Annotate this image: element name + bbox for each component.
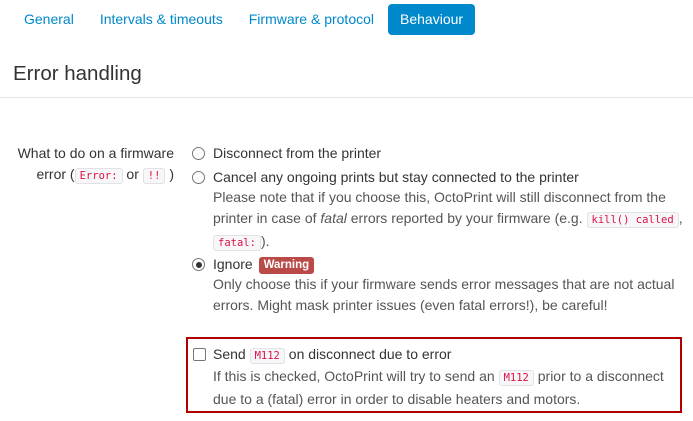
label-text: ): [165, 166, 174, 182]
warning-badge: Warning: [258, 257, 315, 274]
code-fatal: fatal:: [213, 235, 261, 251]
label-text: on disconnect due to error: [284, 346, 452, 362]
option-ignore-label: Ignore Warning: [213, 254, 315, 274]
help-text: ,: [678, 210, 683, 226]
option-ignore-help: Only choose this if your firmware sends …: [213, 276, 675, 313]
help-text: errors reported by your firmware (e.g.: [346, 210, 587, 226]
code-m112: M112: [249, 348, 285, 364]
option-cancel-prints-label: Cancel any ongoing prints but stay conne…: [213, 169, 579, 185]
code-double-bang: !!: [142, 168, 166, 184]
settings-tabs: General Intervals & timeouts Firmware & …: [12, 4, 477, 36]
help-text: ).: [260, 233, 270, 249]
code-kill-called: kill() called: [586, 212, 679, 228]
label-text: or: [122, 166, 143, 182]
help-text: If this is checked, OctoPrint will try t…: [213, 368, 499, 384]
radio-ignore[interactable]: [192, 258, 205, 271]
tab-behaviour[interactable]: Behaviour: [388, 4, 476, 35]
send-m112-help: If this is checked, OctoPrint will try t…: [213, 366, 683, 410]
label-text: Send: [213, 346, 250, 362]
ignore-text: Ignore: [213, 256, 253, 272]
radio-disconnect[interactable]: [192, 147, 205, 160]
option-cancel-prints-help: Please note that if you choose this, Oct…: [213, 187, 683, 254]
checkbox-send-m112[interactable]: [193, 348, 206, 361]
option-disconnect-label: Disconnect from the printer: [213, 145, 382, 161]
code-error: Error:: [74, 168, 123, 184]
tab-intervals-timeouts[interactable]: Intervals & timeouts: [88, 4, 235, 35]
section-title: Error handling: [13, 62, 142, 85]
tab-firmware-protocol[interactable]: Firmware & protocol: [237, 4, 386, 35]
tab-general[interactable]: General: [12, 4, 86, 35]
firmware-error-label: What to do on a firmware error (Error: o…: [12, 143, 174, 187]
code-m112: M112: [498, 370, 534, 386]
send-m112-label[interactable]: Send M112 on disconnect due to error: [213, 344, 451, 366]
help-emphasis: fatal: [320, 210, 347, 226]
section-divider: [0, 97, 693, 98]
radio-cancel-prints[interactable]: [192, 171, 205, 184]
